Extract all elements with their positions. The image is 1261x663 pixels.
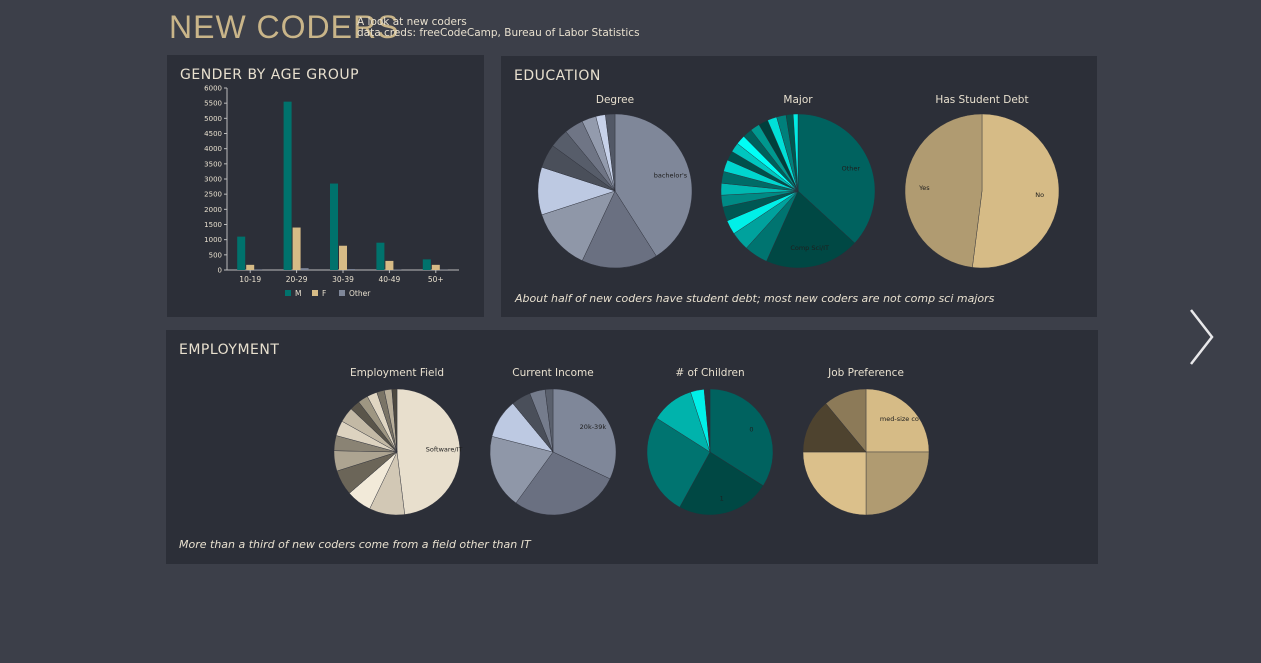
app-subtitle: A look at new coders data creds: freeCod… [357,17,640,38]
bar-m-30-39 [330,183,338,270]
major-pie-chart: Other Comp Sci/IT [720,113,876,269]
debt-pie-title: Has Student Debt [935,94,1029,106]
bar-f-40-49 [385,260,394,270]
y-tick-label: 4000 [204,145,222,153]
y-tick-label: 500 [209,251,222,259]
jobpref-pie-title: Job Preference [828,367,904,379]
y-tick-label: 2500 [204,191,222,199]
y-tick-label: 5000 [204,115,222,123]
degree-pie-chart: bachelor's [537,113,693,269]
bar-f-50+ [431,264,440,270]
legend-swatch-m [285,290,291,296]
y-tick-label: 6000 [204,85,222,93]
bar-m-40-49 [376,242,385,270]
education-panel-title: EDUCATION [514,68,601,84]
debt-slice-0 [972,113,1060,269]
education-panel: EDUCATION Degree Major Has Student Debt … [501,56,1097,317]
x-tick-label: 50+ [428,275,444,284]
children-pie-chart: 01 [646,388,774,516]
subtitle-line-1: A look at new coders [357,16,467,28]
income-pie-title: Current Income [512,367,594,379]
employment-panel: EMPLOYMENT Employment Field Current Inco… [166,330,1098,564]
debt-slice-label-0: No [1035,191,1044,199]
chevron-right-icon[interactable] [1186,308,1218,366]
bar-f-20-29 [292,227,301,270]
legend-label-f: F [322,289,326,298]
bar-other-10-19 [254,269,263,270]
employment-caption: More than a third of new coders come fro… [179,538,531,551]
jobpref-slice-label-0: med-size co [880,415,919,423]
income-pie-chart: 20k-39k [489,388,617,516]
y-tick-label: 3500 [204,160,222,168]
jobpref-slice-1 [865,451,930,516]
children-pie-title: # of Children [675,367,745,379]
major-pie-title: Major [783,94,813,106]
gender-bar-chart: 0 500 1000 1500 2000 2500 3000 3500 4000 4500 5000… [204,85,459,298]
y-tick-label: 1500 [204,221,222,229]
x-tick-label: 30-39 [332,275,354,284]
education-caption: About half of new coders have student de… [515,292,995,305]
degree-slice-label-0: bachelor's [654,171,688,179]
bar-other-20-29 [300,268,309,270]
bar-f-10-19 [246,264,255,270]
field-pie-chart: Software/IT [333,388,463,516]
degree-pie-title: Degree [595,94,635,106]
employment-panel-title: EMPLOYMENT [179,342,280,358]
x-tick-label: 40-49 [379,275,401,284]
legend-swatch-other [339,290,345,296]
x-tick-label: 10-19 [239,275,261,284]
children-slice-label-1: 1 [720,494,724,502]
jobpref-slice-2 [802,451,867,516]
field-slice-label-0: Software/IT [426,446,463,454]
debt-pie-chart: No Yes [904,113,1060,269]
x-tick-label: 20-29 [286,275,308,284]
bar-other-30-39 [347,269,355,270]
bar-f-30-39 [339,245,347,270]
major-slice-label-1: Comp Sci/IT [790,244,829,252]
y-tick-label: 4500 [204,130,222,138]
legend-label-other: Other [349,289,371,298]
y-tick-label: 3000 [204,176,222,184]
debt-slice-label-1: Yes [918,184,930,192]
children-slice-label-0: 0 [749,426,753,434]
y-tick-label: 0 [218,267,222,275]
bar-m-20-29 [283,101,292,271]
y-tick-label: 5500 [204,100,222,108]
gender-panel: GENDER BY AGE GROUP 0 500 1000 1500 2000 2500… [167,55,484,317]
bar-m-50+ [422,259,431,270]
y-tick-label: 1000 [204,236,222,244]
major-slice-label-0: Other [842,164,861,172]
y-tick-label: 2000 [204,206,222,214]
debt-slice-1 [904,113,983,268]
income-slice-label-0: 20k-39k [580,423,607,431]
subtitle-line-2: data creds: freeCodeCamp, Bureau of Labo… [357,26,640,39]
dashboard-page: NEW CODERS A look at new coders data cre… [0,0,1261,663]
bar-m-10-19 [237,236,246,270]
jobpref-pie-chart: med-size co [802,388,930,516]
field-pie-title: Employment Field [349,367,445,379]
legend-label-m: M [295,289,301,298]
legend-swatch-f [312,290,318,296]
